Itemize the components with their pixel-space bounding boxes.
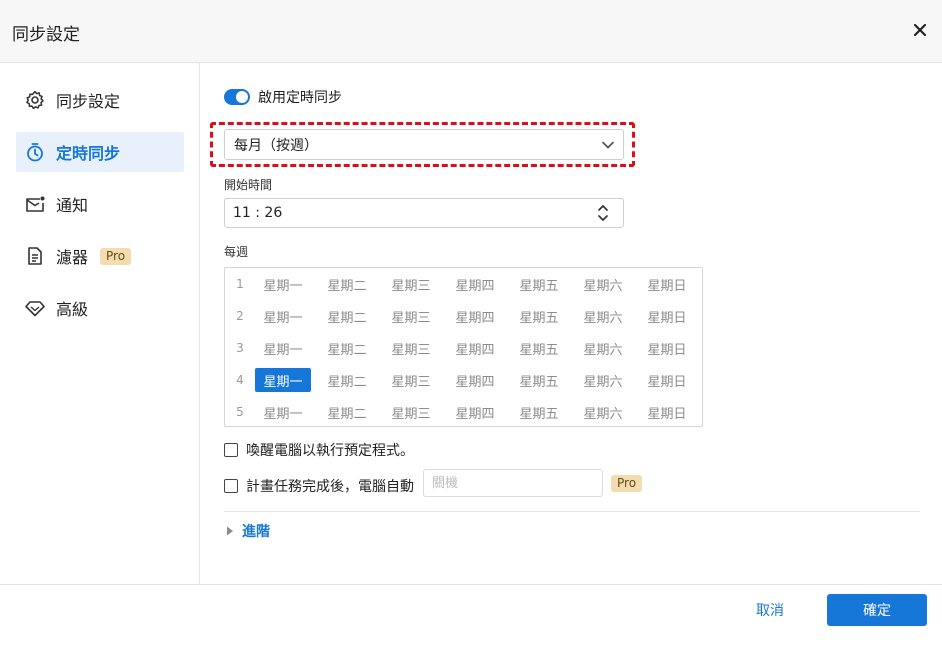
start-time-label: 開始時間: [224, 178, 273, 192]
weekday-option[interactable]: 星期四: [447, 304, 503, 328]
chevron-down-icon: [602, 141, 614, 149]
sidebar-item-sync-settings[interactable]: 同步設定: [16, 80, 184, 120]
weekday-option[interactable]: 星期五: [511, 304, 567, 328]
dialog-footer: 取消 確定: [0, 584, 942, 646]
week-row: 4 星期一 星期二 星期三 星期四 星期五 星期六 星期日: [225, 364, 702, 396]
advanced-label: 進階: [242, 524, 270, 540]
ok-button[interactable]: 確定: [827, 594, 927, 626]
sidebar-item-label: 高級: [56, 300, 89, 319]
weekday-option[interactable]: 星期一: [255, 400, 311, 424]
weekday-option[interactable]: 星期五: [511, 272, 567, 296]
diamond-icon: [24, 297, 46, 319]
sidebar-item-label: 濾器: [56, 248, 89, 267]
weekday-option[interactable]: 星期四: [447, 272, 503, 296]
after-task-checkbox[interactable]: [224, 479, 238, 493]
document-filter-icon: [24, 245, 46, 267]
weekday-option[interactable]: 星期日: [639, 368, 695, 392]
weekday-option[interactable]: 星期二: [319, 304, 375, 328]
sidebar: 同步設定 定時同步 通知 濾器 Pro 高級: [0, 63, 200, 584]
main-panel: 啟用定時同步 每月（按週） 開始時間 11 : 26 每週 1 星期一 星期二 星期三…: [200, 63, 942, 584]
schedule-mode-value: 每月（按週）: [234, 137, 318, 154]
sidebar-item-filter[interactable]: 濾器 Pro: [16, 236, 184, 276]
after-task-row: 計畫任務完成後，電腦自動: [224, 476, 414, 496]
weekday-option[interactable]: 星期三: [383, 368, 439, 392]
spinner-icon[interactable]: [597, 203, 609, 223]
weekday-option[interactable]: 星期日: [639, 336, 695, 360]
schedule-mode-select[interactable]: 每月（按週）: [224, 129, 624, 160]
weekday-option[interactable]: 星期五: [511, 400, 567, 424]
dialog-header: 同步設定: [0, 0, 942, 63]
stopwatch-icon: [24, 141, 46, 163]
week-number: 5: [236, 405, 244, 419]
enable-schedule-label: 啟用定時同步: [258, 90, 342, 106]
week-number: 1: [236, 277, 244, 291]
weekday-option[interactable]: 星期四: [447, 368, 503, 392]
pro-badge: Pro: [611, 475, 643, 492]
dialog-title: 同步設定: [12, 25, 80, 45]
weekly-label: 每週: [224, 245, 249, 259]
wake-computer-label: 喚醒電腦以執行預定程式。: [246, 443, 414, 459]
weekday-option[interactable]: 星期一: [255, 272, 311, 296]
weekday-option[interactable]: 星期六: [575, 336, 631, 360]
weekday-option[interactable]: 星期五: [511, 368, 567, 392]
start-time-input[interactable]: 11 : 26: [224, 198, 624, 228]
weekday-option[interactable]: 星期四: [447, 400, 503, 424]
sidebar-item-label: 同步設定: [56, 92, 121, 111]
weekday-option[interactable]: 星期二: [319, 272, 375, 296]
week-grid: 1 星期一 星期二 星期三 星期四 星期五 星期六 星期日 2 星期一 星期二 星期三 星期四 星期五 星期…: [224, 267, 703, 427]
week-row: 2 星期一 星期二 星期三 星期四 星期五 星期六 星期日: [225, 300, 702, 332]
after-task-action-input[interactable]: [423, 469, 603, 497]
pro-badge: Pro: [100, 247, 132, 265]
weekday-option[interactable]: 星期一: [255, 336, 311, 360]
week-number: 4: [236, 373, 244, 387]
weekday-option[interactable]: 星期日: [639, 304, 695, 328]
advanced-toggle[interactable]: 進階: [226, 521, 270, 541]
close-icon[interactable]: [913, 23, 927, 37]
sidebar-item-notification[interactable]: 通知: [16, 184, 184, 224]
week-row: 1 星期一 星期二 星期三 星期四 星期五 星期六 星期日: [225, 268, 702, 300]
weekday-option[interactable]: 星期四: [447, 336, 503, 360]
weekday-option[interactable]: 星期六: [575, 304, 631, 328]
gear-icon: [24, 89, 46, 111]
wake-computer-row: 喚醒電腦以執行預定程式。: [224, 440, 414, 460]
cancel-button[interactable]: 取消: [740, 595, 800, 625]
weekday-option[interactable]: 星期二: [319, 336, 375, 360]
week-row: 3 星期一 星期二 星期三 星期四 星期五 星期六 星期日: [225, 332, 702, 364]
sidebar-item-scheduled-sync[interactable]: 定時同步: [16, 132, 184, 172]
triangle-right-icon: [227, 526, 233, 536]
sidebar-item-label: 定時同步: [56, 144, 121, 163]
after-task-label: 計畫任務完成後，電腦自動: [246, 479, 414, 495]
mail-icon: [24, 193, 46, 215]
weekday-option[interactable]: 星期二: [319, 400, 375, 424]
weekday-option[interactable]: 星期二: [319, 368, 375, 392]
weekday-option[interactable]: 星期三: [383, 336, 439, 360]
weekday-option[interactable]: 星期三: [383, 400, 439, 424]
enable-schedule-row: 啟用定時同步: [224, 87, 342, 107]
weekday-option[interactable]: 星期一: [255, 368, 311, 392]
sync-settings-dialog: 同步設定 同步設定 定時同步 通知 濾器 Pro 高級 啟用定時同步 每月（按週…: [0, 0, 942, 646]
weekday-option[interactable]: 星期三: [383, 272, 439, 296]
start-time-value: 11 : 26: [233, 205, 283, 221]
weekday-option[interactable]: 星期一: [255, 304, 311, 328]
weekday-option[interactable]: 星期三: [383, 304, 439, 328]
week-number: 3: [236, 341, 244, 355]
sidebar-item-advanced[interactable]: 高級: [16, 288, 184, 328]
weekday-option[interactable]: 星期六: [575, 400, 631, 424]
weekday-option[interactable]: 星期日: [639, 272, 695, 296]
sidebar-item-label: 通知: [56, 196, 89, 215]
weekday-option[interactable]: 星期六: [575, 272, 631, 296]
weekday-option[interactable]: 星期日: [639, 400, 695, 424]
weekday-option[interactable]: 星期五: [511, 336, 567, 360]
wake-computer-checkbox[interactable]: [224, 443, 238, 457]
weekday-option[interactable]: 星期六: [575, 368, 631, 392]
divider: [224, 511, 920, 512]
week-row: 5 星期一 星期二 星期三 星期四 星期五 星期六 星期日: [225, 396, 702, 428]
enable-schedule-toggle[interactable]: [224, 89, 250, 105]
close-button[interactable]: [908, 18, 932, 42]
week-number: 2: [236, 309, 244, 323]
